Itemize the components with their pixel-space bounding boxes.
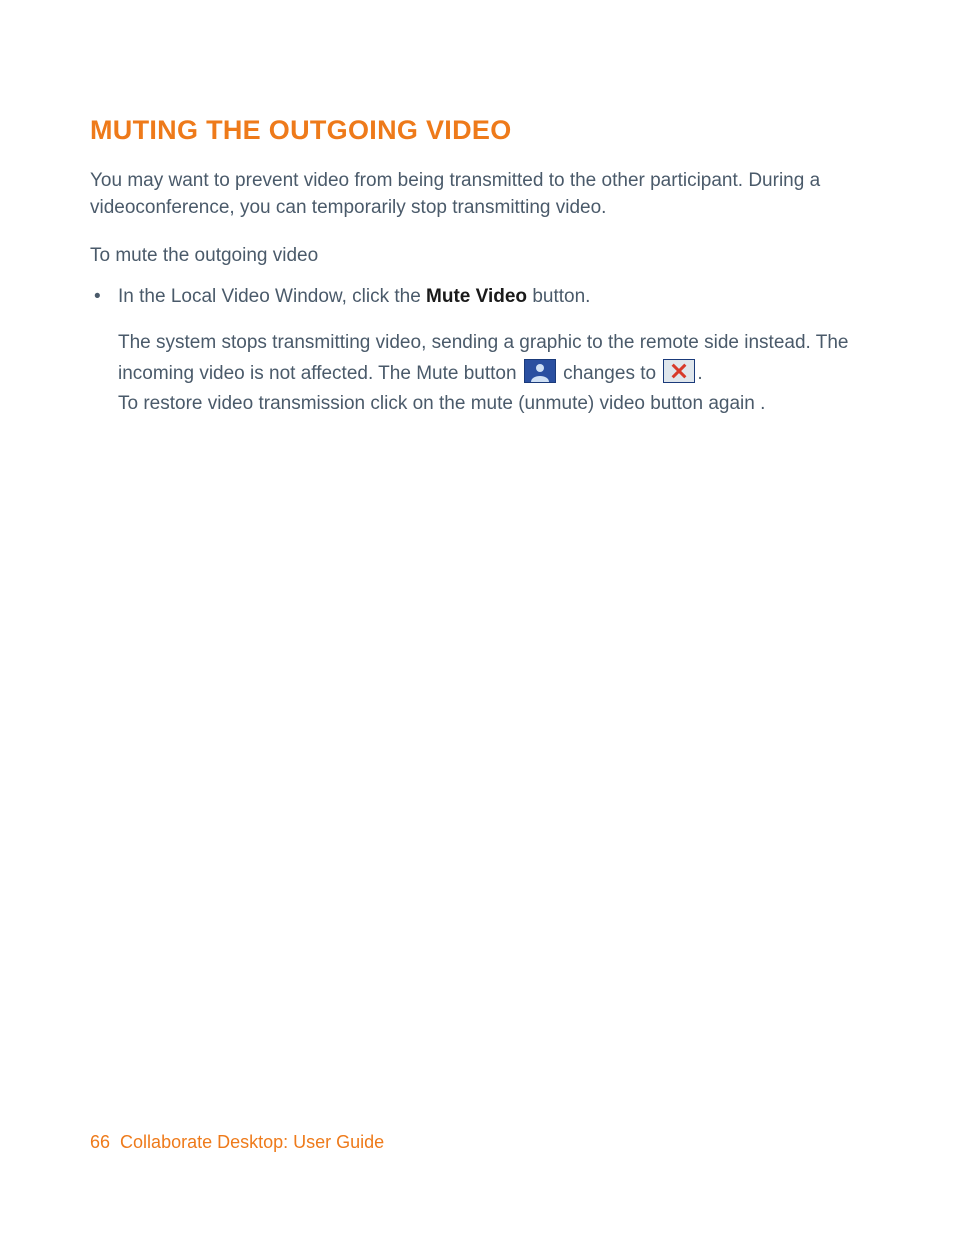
section-heading: MUTING THE OUTGOING VIDEO	[90, 115, 865, 146]
detail-part2: changes to	[558, 363, 662, 384]
instruction-suffix: button.	[527, 286, 590, 307]
detail-part3: .	[697, 363, 702, 384]
mute-video-icon	[524, 359, 556, 383]
instruction-list: In the Local Video Window, click the Mut…	[90, 284, 865, 420]
lead-line: To mute the outgoing video	[90, 243, 865, 270]
intro-paragraph: You may want to prevent video from being…	[90, 168, 865, 221]
mute-video-label: Mute Video	[426, 286, 527, 307]
instruction-detail: The system stops transmitting video, sen…	[118, 328, 865, 419]
detail-restore: To restore video transmission click on t…	[118, 393, 765, 414]
page-content: MUTING THE OUTGOING VIDEO You may want t…	[90, 115, 865, 420]
footer-title: Collaborate Desktop: User Guide	[120, 1132, 384, 1152]
page-number: 66	[90, 1132, 110, 1152]
instruction-item: In the Local Video Window, click the Mut…	[118, 284, 865, 420]
detail-part1: The system stops transmitting video, sen…	[118, 332, 848, 383]
instruction-prefix: In the Local Video Window, click the	[118, 286, 426, 307]
muted-video-icon	[663, 359, 695, 383]
page-footer: 66 Collaborate Desktop: User Guide	[90, 1132, 384, 1153]
